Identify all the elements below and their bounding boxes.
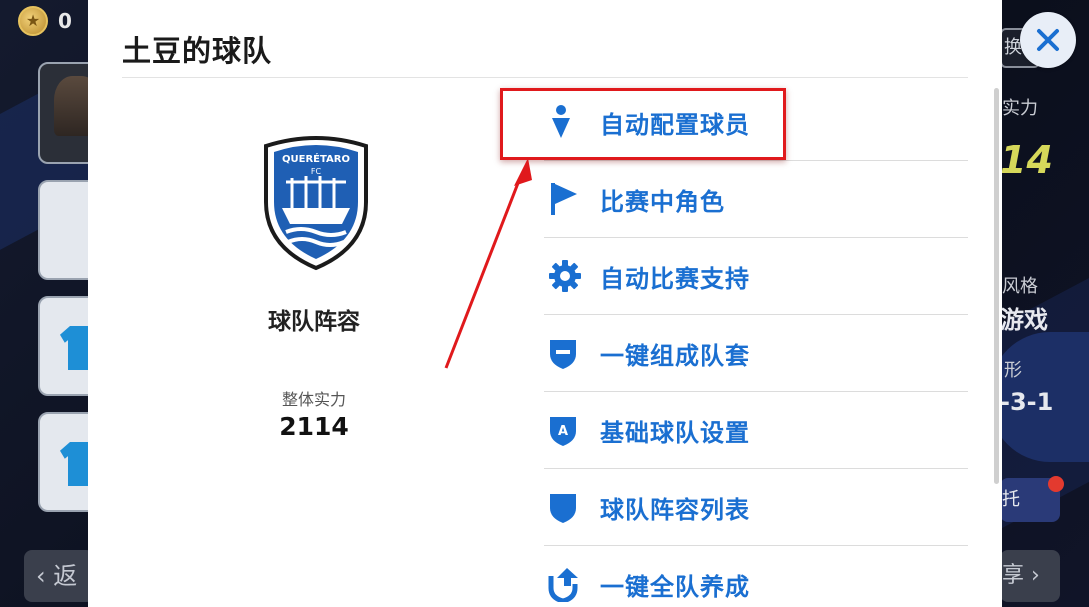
coin-counter: ★ 0 [18, 6, 72, 36]
menu-item-label: 球队阵容列表 [600, 495, 750, 524]
menu-item-one-click-team-training[interactable]: 一键全队养成 [544, 546, 968, 607]
share-button-label: 享 [1002, 563, 1025, 588]
auto-trust-label: 托 [1002, 489, 1020, 510]
back-button[interactable]: ‹ 返 [24, 550, 94, 602]
shield-a-icon: A [544, 410, 592, 450]
coin-count: 0 [58, 9, 72, 33]
shield-icon [544, 487, 592, 527]
share-button[interactable]: 享 › [1000, 550, 1060, 602]
menu-item-label: 基础球队设置 [600, 418, 750, 447]
annotation-highlight-box [500, 88, 786, 160]
team-lineup-label: 球队阵容 [268, 309, 360, 335]
strength-value: 14 [1000, 138, 1053, 182]
menu-item-team-lineup-list[interactable]: 球队阵容列表 [544, 469, 968, 546]
notification-dot [1048, 476, 1064, 492]
crest-text-top: QUERÉTARO [282, 152, 350, 165]
menu-item-basic-team-settings[interactable]: A 基础球队设置 [544, 392, 968, 469]
menu-item-label: 自动比赛支持 [600, 264, 750, 293]
overall-strength-value: 2114 [279, 412, 349, 441]
right-panel: 换 实力 14 风格 游戏 形 -3-1 托 享 › [990, 0, 1089, 607]
overall-strength-label: 整体实力 [281, 390, 346, 409]
style-value: 游戏 [1000, 306, 1048, 334]
menu-item-auto-match-support[interactable]: 自动比赛支持 [544, 238, 968, 315]
back-button-label: 返 [53, 562, 78, 590]
strength-label: 实力 [1002, 98, 1038, 119]
menu-item-one-click-kit[interactable]: 一键组成队套 [544, 315, 968, 392]
menu-item-match-roles[interactable]: 比赛中角色 [544, 161, 968, 238]
coin-icon: ★ [18, 6, 48, 36]
menu-item-label: 比赛中角色 [600, 187, 725, 216]
close-icon [1037, 29, 1059, 51]
formation-label: 形 [1004, 360, 1022, 381]
gear-icon [544, 256, 592, 296]
menu-scrollbar[interactable] [994, 88, 999, 484]
menu-item-label: 一键全队养成 [600, 572, 750, 601]
team-menu-modal: 土豆的球队 QUERÉTARO FC 球队阵容 整体实力 2114 自动配置球员… [88, 0, 1002, 607]
team-crest-logo: QUERÉTARO FC [264, 136, 368, 271]
close-button[interactable] [1020, 12, 1076, 68]
upgrade-arrow-icon [544, 564, 592, 604]
menu-item-label: 一键组成队套 [600, 341, 750, 370]
modal-title: 土豆的球队 [122, 34, 273, 68]
crest-text-bottom: FC [311, 167, 322, 176]
svg-text:A: A [558, 424, 568, 439]
shield-minus-icon [544, 333, 592, 373]
flag-icon [544, 179, 592, 219]
style-label: 风格 [1002, 276, 1038, 297]
formation-value: -3-1 [1000, 388, 1054, 416]
divider [122, 77, 968, 78]
